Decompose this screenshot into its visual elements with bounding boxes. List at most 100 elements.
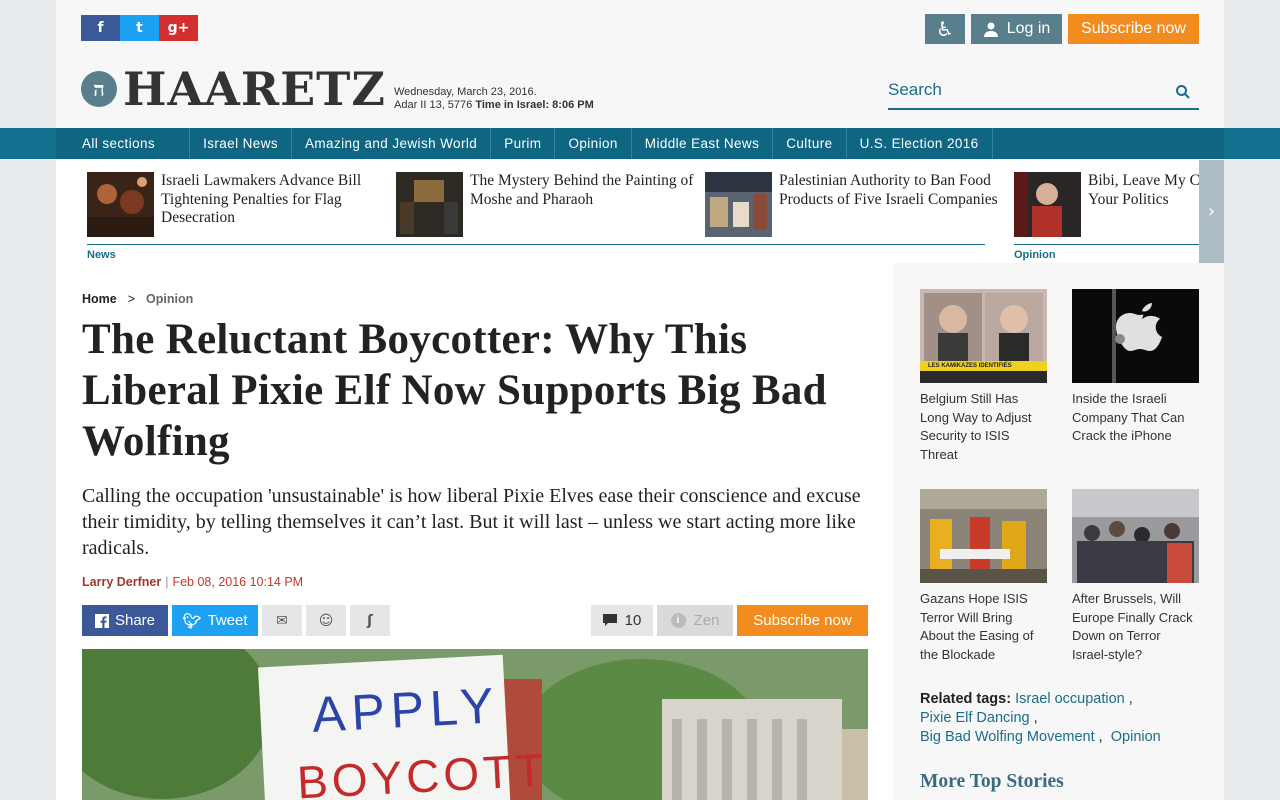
sidebar-story[interactable]: Inside the Israeli Company That Can Crac… [1072,289,1199,446]
mail-icon: ✉ [276,612,288,629]
teaser-title: Bibi, Leave My Country Out of Your Polit… [1088,172,1199,208]
hero-image: APPLY BOYCOTT [82,649,868,800]
chevron-right-icon[interactable]: › [1199,160,1224,263]
teaser-section-news[interactable]: News [87,249,116,261]
search-input[interactable]: Search [888,78,1199,110]
sidebar-thumbnail [1072,489,1199,583]
sidebar-story[interactable]: Gazans Hope ISIS Terror Will Bring About… [920,489,1047,664]
byline: Larry Derfner | Feb 08, 2016 10:14 PM [82,575,303,589]
search-placeholder: Search [888,80,942,99]
sidebar-thumbnail [1072,289,1199,383]
comments-count: 10 [624,612,642,629]
site-logo[interactable]: ה HAARETZ [81,66,386,112]
sidebar-story-title: Gazans Hope ISIS Terror Will Bring About… [920,591,1034,662]
nav-middle-east[interactable]: Middle East News [632,128,774,159]
tag-link[interactable]: Opinion [1111,729,1161,745]
sidebar-story[interactable]: After Brussels, Will Europe Finally Crac… [1072,489,1199,664]
related-tags: Related tags: Israel occupation , Pixie … [920,691,1161,745]
sidebar-story-title: After Brussels, Will Europe Finally Crac… [1072,591,1193,662]
nav-israel-news[interactable]: Israel News [190,128,292,159]
login-label: Log in [1006,20,1051,37]
stumbleupon-icon: ʃ [367,612,373,629]
tweet-button[interactable]: 🐦︎ Tweet [172,605,258,636]
article-subscribe-button[interactable]: Subscribe now [737,605,868,636]
facebook-share-button[interactable]: Share [82,605,168,636]
teaser-strip: Israeli Lawmakers Advance Bill Tightenin… [81,160,1199,263]
tweet-label: Tweet [207,612,248,629]
logo-text: HAARETZ [123,62,386,116]
twitter-icon: 🐦︎ [182,611,202,630]
teaser-title: The Mystery Behind the Painting of Moshe… [470,172,694,208]
search-icon[interactable] [1175,84,1191,100]
zen-button[interactable]: i Zen [657,605,733,636]
email-share-button[interactable]: ✉ [262,605,302,636]
article-title: The Reluctant Boycotter: Why This Libera… [82,316,827,465]
social-links: f t g+ [81,15,198,41]
gregorian-date: Wednesday, March 23, 2016. [394,86,537,98]
article-tools: 10 i Zen Subscribe now [591,605,868,636]
reddit-icon: ☺ [318,612,334,629]
teaser-thumbnail [396,172,463,237]
breadcrumb-current[interactable]: Opinion [146,292,193,306]
facebook-icon[interactable]: f [81,15,120,41]
opinion-divider [1014,244,1199,245]
teaser-section-opinion[interactable]: Opinion [1014,249,1056,261]
logo-mark-icon: ה [81,71,117,107]
info-icon: i [670,613,686,628]
comments-button[interactable]: 10 [591,605,653,636]
zen-label: Zen [693,612,720,629]
breadcrumb-home[interactable]: Home [82,292,117,306]
nav-purim[interactable]: Purim [491,128,556,159]
accessibility-icon[interactable]: ♿ [925,14,965,44]
main-nav: All sections Israel News Amazing and Jew… [0,128,1280,159]
twitter-icon[interactable]: t [120,15,159,41]
facebook-icon [94,613,109,628]
google-plus-icon[interactable]: g+ [159,15,198,41]
user-icon [983,22,998,37]
date-line: Wednesday, March 23, 2016. Adar II 13, 5… [394,86,594,112]
teaser-item[interactable]: Bibi, Leave My Country Out of Your Polit… [1014,172,1199,237]
author-link[interactable]: Larry Derfner [82,575,161,589]
sign-text-line1: APPLY [310,677,501,743]
nav-us-election[interactable]: U.S. Election 2016 [847,128,993,159]
teaser-item[interactable]: Israeli Lawmakers Advance Bill Tightenin… [87,172,386,237]
sidebar-story-title: Belgium Still Has Long Way to Adjust Sec… [920,391,1032,462]
byline-separator: | [165,575,169,589]
nav-inner: All sections Israel News Amazing and Jew… [56,128,1224,159]
sidebar-thumbnail [920,489,1047,583]
teaser-thumbnail [87,172,154,237]
teaser-item[interactable]: The Mystery Behind the Painting of Moshe… [396,172,695,237]
sidebar-story-title: Inside the Israeli Company That Can Crac… [1072,391,1185,443]
comment-icon [602,614,617,626]
stumbleupon-share-button[interactable]: ʃ [350,605,390,636]
news-divider [87,244,985,245]
tag-link[interactable]: Pixie Elf Dancing [920,710,1030,726]
tag-link[interactable]: Big Bad Wolfing Movement [920,729,1095,745]
sidebar-caption: LES KAMIKAZES IDENTIFIÉS [928,363,1012,369]
breadcrumb-separator: > [127,292,136,306]
teaser-title: Israeli Lawmakers Advance Bill Tightenin… [161,172,362,226]
israel-time: Time in Israel: 8:06 PM [475,99,594,111]
nav-culture[interactable]: Culture [773,128,847,159]
teaser-item[interactable]: Palestinian Authority to Ban Food Produc… [705,172,1004,237]
subscribe-button[interactable]: Subscribe now [1068,14,1199,44]
share-label: Share [114,612,156,629]
tag-link[interactable]: Israel occupation [1015,691,1125,707]
teaser-title: Palestinian Authority to Ban Food Produc… [779,172,998,208]
article-dek: Calling the occupation 'unsustainable' i… [82,485,861,559]
reddit-share-button[interactable]: ☺ [306,605,346,636]
publish-date: Feb 08, 2016 10:14 PM [172,575,304,589]
login-button[interactable]: Log in [971,14,1062,44]
nav-jewish-world[interactable]: Amazing and Jewish World [292,128,492,159]
more-top-stories-heading: More Top Stories [920,771,1064,792]
hebrew-date: Adar II 13, 5776 [394,99,476,111]
teaser-thumbnail [705,172,772,237]
related-tags-label: Related tags: [920,691,1012,707]
share-bar: Share 🐦︎ Tweet ✉ ☺ ʃ [82,605,390,636]
header-actions: ♿ Log in Subscribe now [925,14,1199,44]
nav-opinion[interactable]: Opinion [555,128,632,159]
teaser-strip-left [56,160,81,263]
sidebar-story[interactable]: LES KAMIKAZES IDENTIFIÉS Belgium Still H… [920,289,1047,464]
nav-all-sections[interactable]: All sections [56,128,191,159]
teaser-thumbnail [1014,172,1081,237]
